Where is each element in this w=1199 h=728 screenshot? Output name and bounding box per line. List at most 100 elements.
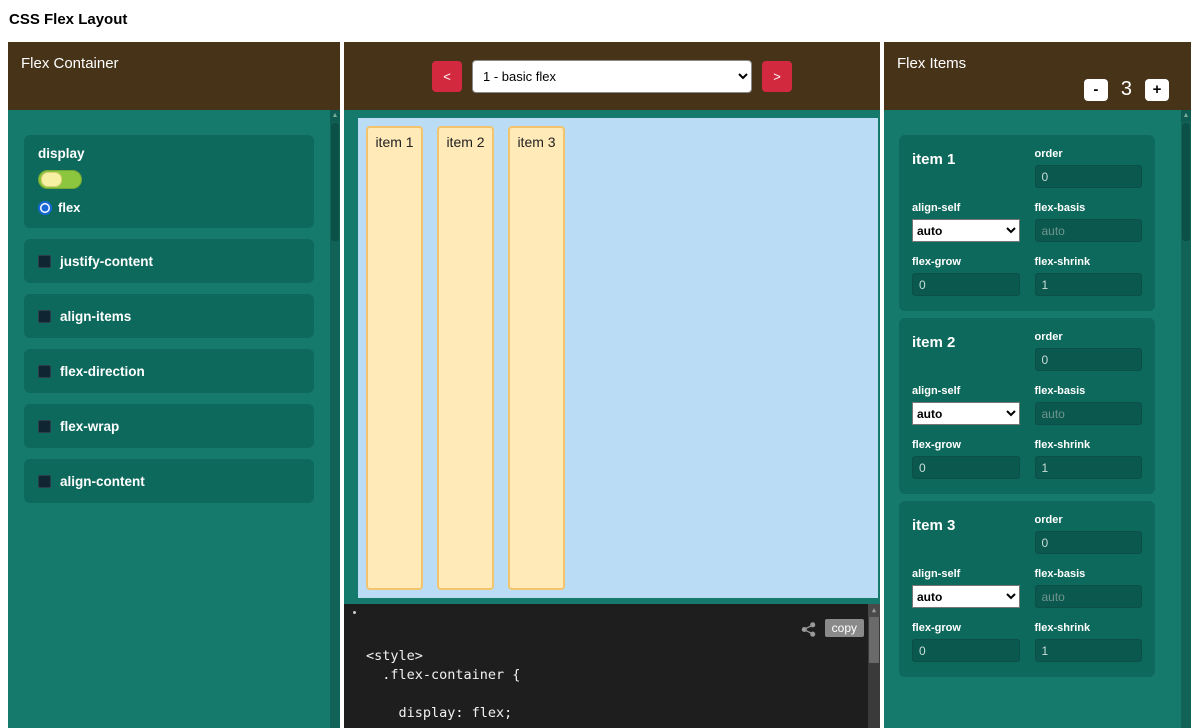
item-panel-title: item 3: [912, 514, 1020, 554]
flex-grow-label: flex-grow: [912, 439, 1020, 451]
scroll-up-icon[interactable]: ▲: [1181, 110, 1191, 122]
align-content-checkbox[interactable]: [38, 475, 51, 488]
align-content-label: align-content: [60, 474, 145, 489]
order-field: order: [1035, 331, 1143, 371]
align-self-select[interactable]: auto: [912, 219, 1020, 242]
item-panel-2: item 2 order align-self auto flex-basis: [899, 318, 1155, 494]
order-input[interactable]: [1035, 348, 1143, 371]
flex-grow-field: flex-grow: [912, 256, 1020, 296]
page-title: CSS Flex Layout: [0, 0, 1199, 42]
copy-button[interactable]: copy: [825, 619, 864, 637]
flex-container-title: Flex Container: [21, 55, 119, 72]
left-scrollbar[interactable]: ▲: [330, 110, 340, 728]
share-icon[interactable]: [801, 622, 816, 641]
align-self-field: align-self auto: [912, 385, 1020, 425]
align-self-field: align-self auto: [912, 202, 1020, 242]
flex-grow-input[interactable]: [912, 273, 1020, 296]
flex-container-header: Flex Container: [8, 42, 340, 110]
flex-shrink-input[interactable]: [1035, 273, 1143, 296]
flex-wrap-label: flex-wrap: [60, 419, 119, 434]
code-bullet-dot: [353, 611, 356, 614]
flex-wrap-checkbox[interactable]: [38, 420, 51, 433]
flex-direction-label: flex-direction: [60, 364, 145, 379]
flex-basis-field: flex-basis: [1035, 202, 1143, 242]
scenario-header: < 1 - basic flex >: [344, 42, 880, 110]
display-panel: display flex: [24, 135, 314, 228]
add-item-button[interactable]: +: [1145, 79, 1169, 101]
remove-item-button[interactable]: -: [1084, 79, 1108, 101]
flex-direction-checkbox[interactable]: [38, 365, 51, 378]
order-label: order: [1035, 331, 1143, 343]
code-line: .flex-container {: [366, 666, 880, 685]
code-listing: <style> .flex-container { display: flex;: [344, 604, 880, 723]
display-flex-radio-label: flex: [58, 200, 80, 215]
flex-shrink-label: flex-shrink: [1035, 439, 1143, 451]
order-input[interactable]: [1035, 531, 1143, 554]
scenario-select[interactable]: 1 - basic flex: [472, 60, 752, 93]
align-items-checkbox[interactable]: [38, 310, 51, 323]
preview-item-2: item 2: [437, 126, 494, 590]
order-input[interactable]: [1035, 165, 1143, 188]
display-toggle-knob: [41, 172, 62, 187]
code-scrollbar-thumb[interactable]: [869, 617, 879, 663]
align-self-label: align-self: [912, 202, 1020, 214]
flex-basis-label: flex-basis: [1035, 202, 1143, 214]
flex-shrink-label: flex-shrink: [1035, 256, 1143, 268]
option-panel-align-content: align-content: [24, 459, 314, 503]
align-self-select[interactable]: auto: [912, 402, 1020, 425]
flex-basis-input[interactable]: [1035, 585, 1143, 608]
preview-item-1: item 1: [366, 126, 423, 590]
flex-grow-field: flex-grow: [912, 439, 1020, 479]
align-self-label: align-self: [912, 385, 1020, 397]
flex-basis-input[interactable]: [1035, 402, 1143, 425]
item-count: 3: [1121, 78, 1132, 101]
flex-grow-input[interactable]: [912, 456, 1020, 479]
flex-items-title: Flex Items: [897, 55, 966, 72]
item-panel-3: item 3 order align-self auto flex-basis: [899, 501, 1155, 677]
flex-preview-area: item 1 item 2 item 3: [358, 118, 878, 598]
flex-grow-field: flex-grow: [912, 622, 1020, 662]
code-line: display: flex;: [366, 704, 880, 723]
flex-shrink-input[interactable]: [1035, 456, 1143, 479]
code-line: <style>: [366, 647, 880, 666]
flex-grow-input[interactable]: [912, 639, 1020, 662]
option-panel-flex-wrap: flex-wrap: [24, 404, 314, 448]
flex-basis-input[interactable]: [1035, 219, 1143, 242]
flex-shrink-field: flex-shrink: [1035, 256, 1143, 296]
display-flex-radio[interactable]: [38, 201, 52, 215]
justify-content-checkbox[interactable]: [38, 255, 51, 268]
code-scrollbar[interactable]: ▲: [868, 604, 880, 728]
right-scrollbar-thumb[interactable]: [1182, 123, 1190, 241]
prev-scenario-button[interactable]: <: [432, 61, 462, 92]
flex-items-body: item 1 order align-self auto flex-basis: [884, 110, 1191, 728]
preview-item-3: item 3: [508, 126, 565, 590]
preview-column: < 1 - basic flex > item 1 item 2 item 3: [344, 42, 880, 728]
flex-container-body: display flex justify-content align-item: [8, 110, 340, 728]
next-scenario-button[interactable]: >: [762, 61, 792, 92]
option-panel-align-items: align-items: [24, 294, 314, 338]
flex-shrink-field: flex-shrink: [1035, 439, 1143, 479]
scroll-up-icon[interactable]: ▲: [330, 110, 340, 122]
scroll-up-icon[interactable]: ▲: [868, 604, 880, 617]
align-self-field: align-self auto: [912, 568, 1020, 608]
order-label: order: [1035, 148, 1143, 160]
align-items-label: align-items: [60, 309, 131, 324]
flex-container-column: Flex Container display flex justify-cont…: [8, 42, 340, 728]
flex-grow-label: flex-grow: [912, 622, 1020, 634]
flex-basis-label: flex-basis: [1035, 568, 1143, 580]
flex-shrink-field: flex-shrink: [1035, 622, 1143, 662]
code-panel: copy <style> .flex-container { display: …: [344, 604, 880, 728]
flex-shrink-input[interactable]: [1035, 639, 1143, 662]
left-scrollbar-thumb[interactable]: [331, 123, 339, 241]
display-toggle[interactable]: [38, 170, 82, 189]
order-field: order: [1035, 514, 1143, 554]
justify-content-label: justify-content: [60, 254, 153, 269]
right-scrollbar[interactable]: ▲: [1181, 110, 1191, 728]
item-panel-1: item 1 order align-self auto flex-basis: [899, 135, 1155, 311]
flex-items-column: Flex Items - 3 + item 1 order align-self: [884, 42, 1191, 728]
align-self-select[interactable]: auto: [912, 585, 1020, 608]
code-line: [366, 685, 880, 704]
align-self-label: align-self: [912, 568, 1020, 580]
option-panel-justify-content: justify-content: [24, 239, 314, 283]
order-label: order: [1035, 514, 1143, 526]
